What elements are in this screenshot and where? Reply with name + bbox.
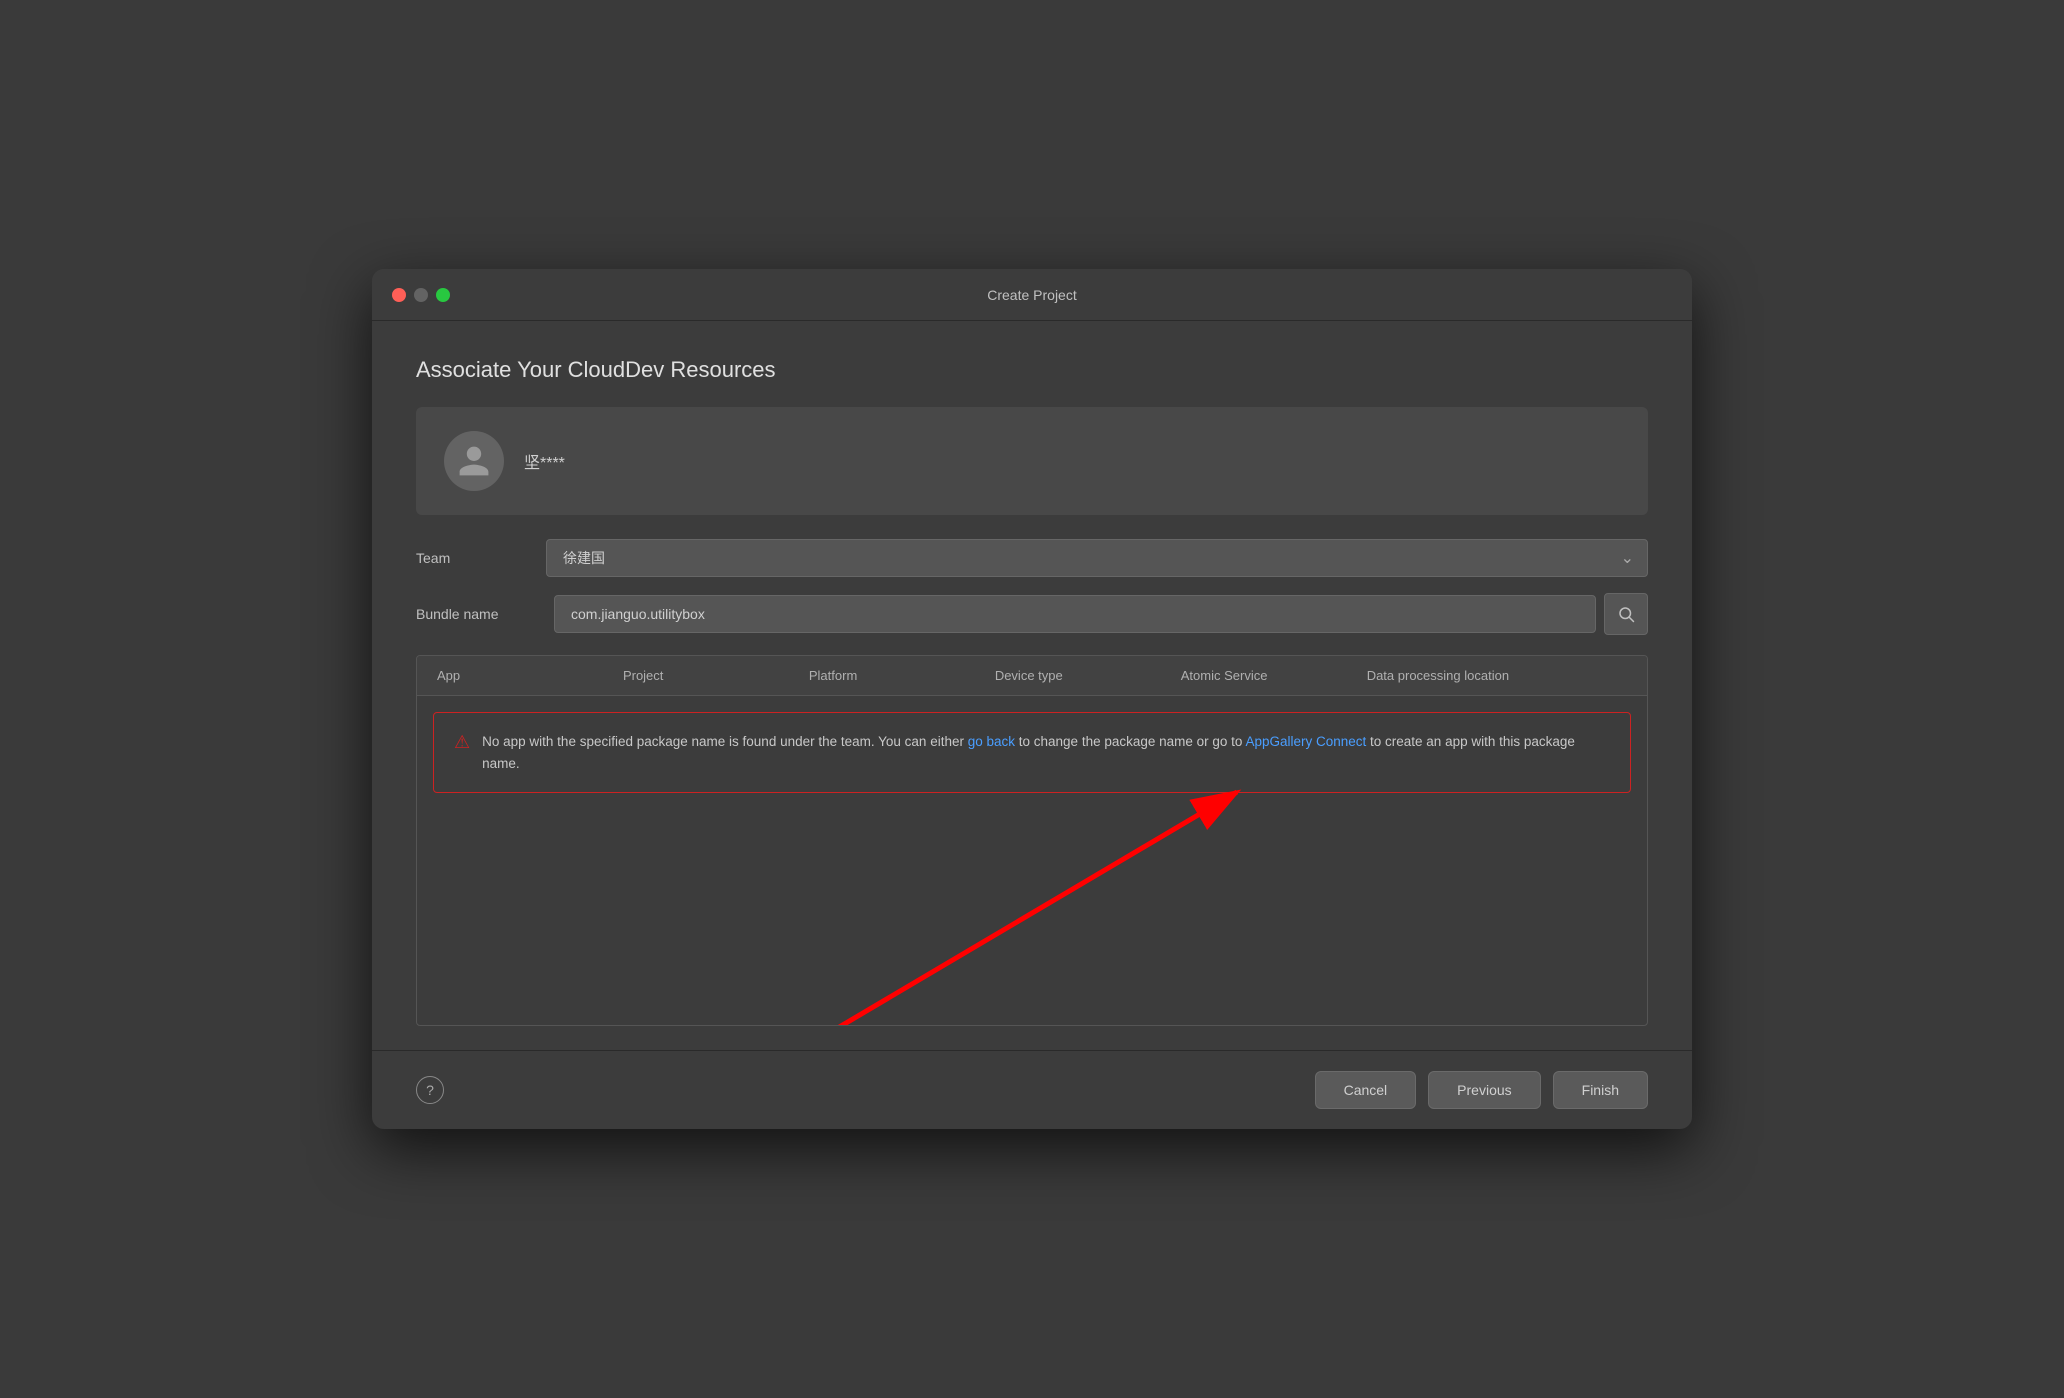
col-device-type: Device type — [995, 668, 1181, 683]
traffic-lights — [392, 288, 450, 302]
window-title: Create Project — [987, 287, 1076, 303]
footer: ? Cancel Previous Finish — [372, 1050, 1692, 1129]
error-box: ⚠ No app with the specified package name… — [433, 712, 1631, 793]
error-message: No app with the specified package name i… — [482, 731, 1610, 774]
team-select[interactable]: 徐建国 — [546, 539, 1648, 577]
help-button[interactable]: ? — [416, 1076, 444, 1104]
search-icon — [1617, 605, 1635, 623]
cancel-button[interactable]: Cancel — [1315, 1071, 1417, 1109]
error-text-middle: to change the package name or go to — [1015, 734, 1245, 749]
maximize-button[interactable] — [436, 288, 450, 302]
team-select-wrapper: 徐建国 ⌄ — [546, 539, 1648, 577]
page-title: Associate Your CloudDev Resources — [416, 357, 1648, 383]
table-container: App Project Platform Device type Atomic … — [416, 655, 1648, 1026]
team-label: Team — [416, 550, 546, 566]
col-app: App — [437, 668, 623, 683]
col-atomic-service: Atomic Service — [1181, 668, 1367, 683]
bundle-input[interactable] — [554, 595, 1596, 633]
close-button[interactable] — [392, 288, 406, 302]
user-icon — [456, 443, 492, 479]
error-text-before: No app with the specified package name i… — [482, 734, 968, 749]
error-icon: ⚠ — [454, 732, 470, 753]
help-icon-label: ? — [426, 1082, 434, 1098]
main-window: Create Project Associate Your CloudDev R… — [372, 269, 1692, 1129]
bundle-row: Bundle name — [416, 593, 1648, 635]
col-platform: Platform — [809, 668, 995, 683]
team-row: Team 徐建国 ⌄ — [416, 539, 1648, 577]
user-card: 坚**** — [416, 407, 1648, 515]
finish-button[interactable]: Finish — [1553, 1071, 1648, 1109]
titlebar: Create Project — [372, 269, 1692, 321]
minimize-button[interactable] — [414, 288, 428, 302]
search-button[interactable] — [1604, 593, 1648, 635]
appgallery-connect-link[interactable]: AppGallery Connect — [1245, 734, 1366, 749]
footer-buttons: Cancel Previous Finish — [1315, 1071, 1648, 1109]
col-data-processing: Data processing location — [1367, 668, 1627, 683]
username: 坚**** — [524, 449, 565, 473]
avatar — [444, 431, 504, 491]
table-body: ⚠ No app with the specified package name… — [417, 712, 1647, 912]
table-header: App Project Platform Device type Atomic … — [417, 656, 1647, 696]
bundle-label: Bundle name — [416, 606, 546, 622]
go-back-link[interactable]: go back — [968, 734, 1015, 749]
previous-button[interactable]: Previous — [1428, 1071, 1540, 1109]
main-content: Associate Your CloudDev Resources 坚**** … — [372, 321, 1692, 1050]
col-project: Project — [623, 668, 809, 683]
